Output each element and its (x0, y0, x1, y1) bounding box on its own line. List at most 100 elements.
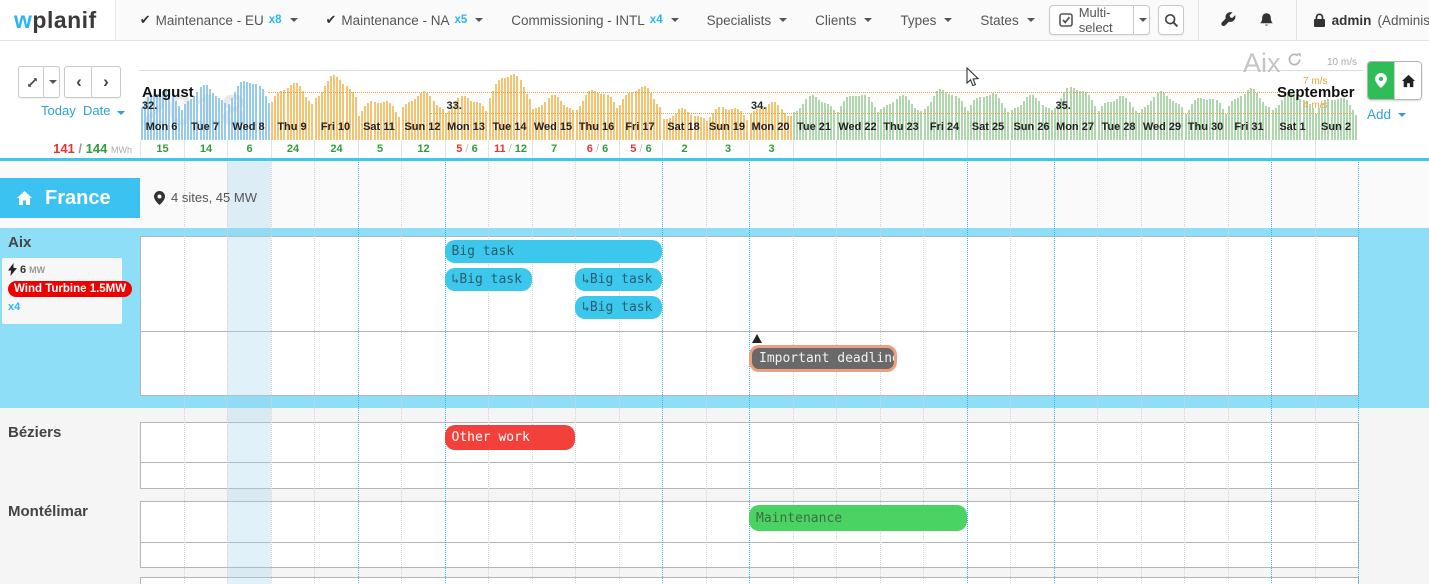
nav-menu-clients[interactable]: Clients (801, 0, 886, 40)
day-header-mon-6[interactable]: Mon 6 (140, 121, 183, 133)
app-logo[interactable]: wplanif (0, 0, 116, 40)
weekend-guide-line (662, 162, 663, 583)
site-name-aix: Aix (8, 234, 31, 251)
day-header-sat-1[interactable]: Sat 1 (1271, 121, 1314, 133)
nav-menu-specialists[interactable]: Specialists (693, 0, 802, 40)
day-header-tue-7[interactable]: Tue 7 (184, 121, 227, 133)
bell-icon[interactable] (1259, 12, 1274, 28)
month-label-august: August (142, 84, 194, 101)
day-grid-line (314, 162, 315, 583)
multi-select-button[interactable]: Multi-select (1049, 5, 1134, 35)
caret-down-icon (944, 18, 952, 22)
day-header-sat-25[interactable]: Sat 25 (967, 121, 1010, 133)
date-link[interactable]: Date (83, 103, 125, 118)
multi-select-caret-button[interactable] (1134, 5, 1150, 35)
station-name: Aix (1243, 48, 1281, 79)
weekend-guide-line (445, 162, 446, 583)
task-bar-big-task[interactable]: ↳Big task (575, 268, 662, 291)
nav-menu-label: States (980, 13, 1018, 28)
wind-forecast-bar (1234, 99, 1236, 140)
day-header-sun-26[interactable]: Sun 26 (1010, 121, 1053, 133)
day-header-thu-30[interactable]: Thu 30 (1184, 121, 1227, 133)
day-header-mon-20[interactable]: Mon 20 (749, 121, 792, 133)
day-header-fri-31[interactable]: Fri 31 (1228, 121, 1271, 133)
nav-menu-count-badge: x8 (269, 14, 282, 26)
nav-menu-commissioning-intl[interactable]: Commissioning - INTLx4 (497, 0, 692, 40)
wind-forecast-bar (849, 96, 851, 140)
home-view-button[interactable] (1394, 62, 1421, 99)
today-link[interactable]: Today (41, 103, 76, 118)
wind-max-label: 10 m/s (1327, 57, 1357, 68)
task-bar-maintenance[interactable]: Maintenance (749, 505, 967, 531)
wind-forecast-bar (231, 98, 233, 140)
nav-menu-types[interactable]: Types (886, 0, 966, 40)
day-header-mon-27[interactable]: Mon 27 (1054, 121, 1097, 133)
week-number-label: 32. (142, 100, 157, 112)
country-header[interactable]: France (0, 178, 140, 218)
weekend-guide-line (358, 162, 359, 583)
day-header-sat-11[interactable]: Sat 11 (358, 121, 401, 133)
day-header-sun-2[interactable]: Sun 2 (1315, 121, 1358, 133)
wind-forecast-bar (899, 96, 901, 140)
task-bar-big-task[interactable]: ↳Big task (445, 268, 532, 291)
chart-top-border (139, 70, 1363, 71)
day-grid-line (619, 162, 620, 583)
wind-forecast-bar (1119, 96, 1121, 140)
caret-down-icon (49, 80, 57, 84)
day-header-wed-15[interactable]: Wed 15 (532, 121, 575, 133)
day-header-thu-16[interactable]: Thu 16 (575, 121, 618, 133)
nav-menu-maintenance-eu[interactable]: ✔Maintenance - EUx8 (126, 0, 312, 40)
wind-forecast-bar (973, 100, 975, 140)
day-header-thu-23[interactable]: Thu 23 (880, 121, 923, 133)
day-header-sun-12[interactable]: Sun 12 (401, 121, 444, 133)
task-bar-big-task[interactable]: ↳Big task (575, 296, 662, 319)
day-grid-line (184, 162, 185, 583)
week-number-label: 34. (751, 100, 766, 112)
user-menu[interactable]: admin (Administrator) (1297, 0, 1429, 40)
wind-forecast-bar (989, 95, 991, 140)
mouse-cursor (966, 67, 980, 93)
day-header-wed-22[interactable]: Wed 22 (836, 121, 879, 133)
day-header-fri-24[interactable]: Fri 24 (923, 121, 966, 133)
day-header-sun-19[interactable]: Sun 19 (706, 121, 749, 133)
day-header-fri-10[interactable]: Fri 10 (314, 121, 357, 133)
day-header-wed-8[interactable]: Wed 8 (227, 121, 270, 133)
task-bar-important-deadline[interactable]: Important deadline (749, 345, 897, 372)
zoom-range-button[interactable] (18, 66, 46, 98)
week-number-label: 35. (1056, 100, 1071, 112)
nav-menu-maintenance-na[interactable]: ✔Maintenance - NAx5 (312, 0, 498, 40)
day-header-thu-9[interactable]: Thu 9 (271, 121, 314, 133)
task-bar-big-task[interactable]: Big task (445, 240, 663, 263)
day-header-tue-14[interactable]: Tue 14 (488, 121, 531, 133)
prev-period-button[interactable]: ‹ (64, 66, 94, 98)
wrench-icon[interactable] (1221, 12, 1237, 28)
caret-down-icon (1398, 113, 1406, 117)
map-pin-button[interactable] (1368, 62, 1394, 99)
day-header-mon-13[interactable]: Mon 13 (445, 121, 488, 133)
task-bar-other-work[interactable]: Other work (445, 425, 576, 450)
wind-forecast-bar (1088, 95, 1090, 140)
day-value-cell: 6 / 6 (575, 140, 619, 158)
wind-forecast-bar (861, 95, 863, 140)
refresh-icon[interactable] (1287, 52, 1302, 67)
wind-forecast-bar (986, 96, 988, 140)
day-header-tue-21[interactable]: Tue 21 (793, 121, 836, 133)
day-header-wed-29[interactable]: Wed 29 (1141, 121, 1184, 133)
day-grid-line (227, 162, 228, 583)
day-header-sat-18[interactable]: Sat 18 (662, 121, 705, 133)
add-link[interactable]: Add (1367, 107, 1406, 122)
wind-forecast-bar (172, 95, 174, 140)
nav-menu-states[interactable]: States (966, 0, 1048, 40)
wind-forecast-bar (1334, 100, 1336, 140)
next-period-button[interactable]: › (91, 66, 121, 98)
wind-forecast-bar (1206, 100, 1208, 140)
wind-forecast-bar (809, 96, 811, 140)
day-header-fri-17[interactable]: Fri 17 (619, 121, 662, 133)
zoom-range-caret-button[interactable] (43, 66, 60, 98)
day-grid-line (1228, 162, 1229, 583)
machine-badge[interactable]: Wind Turbine 1.5MW (8, 281, 132, 297)
aix-power-unit: MW (29, 265, 45, 275)
search-button[interactable] (1158, 5, 1184, 35)
wind-forecast-bar (1197, 98, 1199, 140)
day-header-tue-28[interactable]: Tue 28 (1097, 121, 1140, 133)
